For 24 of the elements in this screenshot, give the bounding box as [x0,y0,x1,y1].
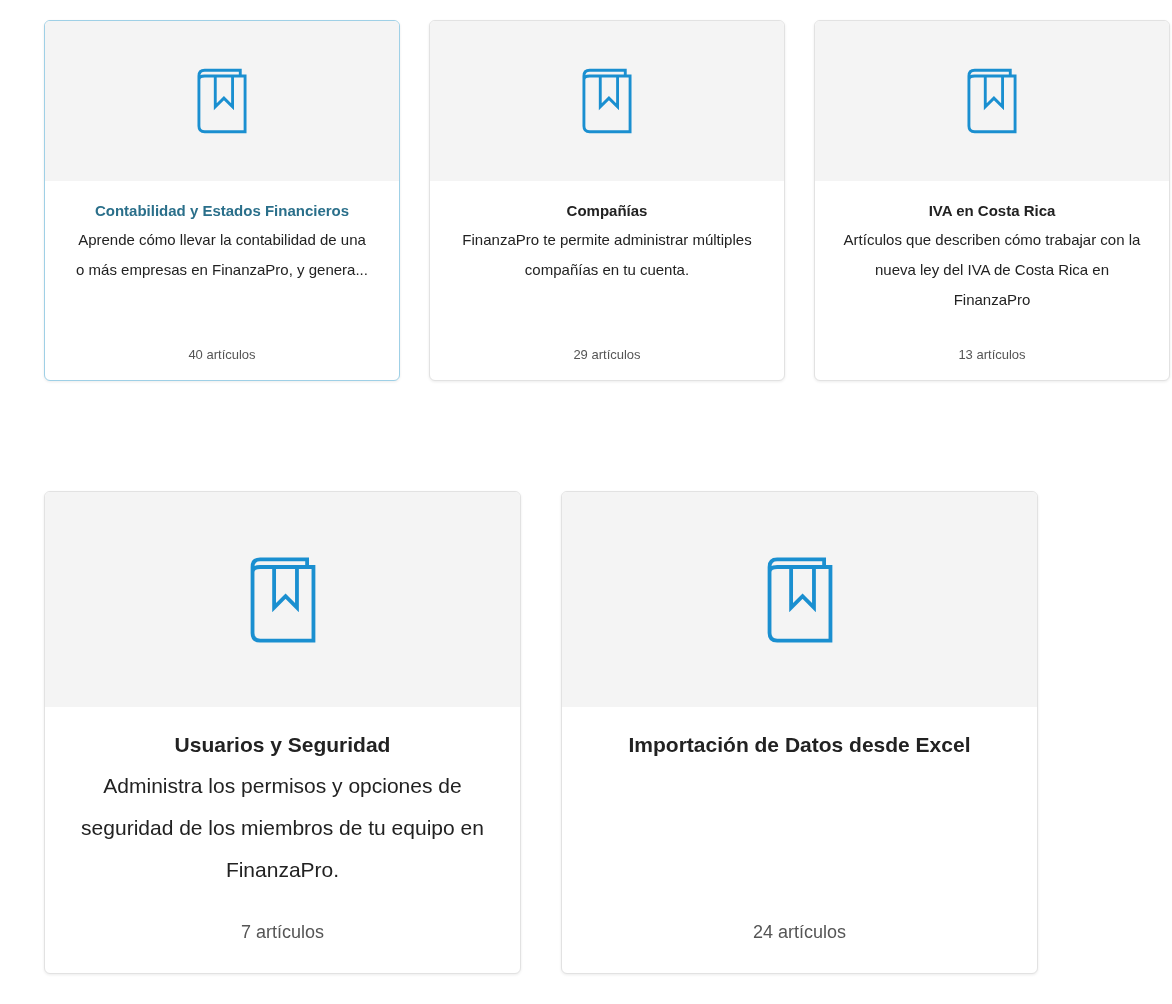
book-icon [967,68,1017,134]
card-title: IVA en Costa Rica [928,201,1056,221]
book-icon [766,554,833,645]
category-card[interactable]: Importación de Datos desde Excel 24 artículos [561,491,1038,974]
card-description: Artículos que describen cómo trabajar con la nueva ley del IVA de Costa Rica en FinanzaPro [843,230,1141,310]
card-description: FinanzaPro te permite administrar múltiples compañías en tu cuenta. [461,230,753,280]
card-title: Contabilidad y Estados Financieros [94,201,350,221]
article-count: 29 artículos [573,347,641,362]
book-icon [582,68,632,134]
article-count: 7 artículos [240,922,324,943]
article-count: 13 artículos [958,347,1026,362]
category-card[interactable]: IVA en Costa Rica Artículos que describen cómo trabajar con la nueva ley del IVA de Costa Rica en FinanzaPro 13 artículos [814,20,1170,381]
category-card[interactable]: Contabilidad y Estados Financieros Aprende cómo llevar la contabilidad de una o más empresas en FinanzaPro, y genera... 40 artículos [44,20,400,381]
card-description: Administra los permisos y opciones de seguridad de los miembros de tu equipo en FinanzaPro. [80,773,485,883]
book-icon [249,554,316,645]
card-description: Aprende cómo llevar la contabilidad de una o más empresas en FinanzaPro, y genera... [75,230,369,280]
category-card[interactable]: Compañías FinanzaPro te permite administrar múltiples compañías en tu cuenta. 29 artículos [429,20,785,381]
article-count: 24 artículos [752,922,847,943]
card-title: Importación de Datos desde Excel [628,732,971,758]
card-title: Usuarios y Seguridad [174,732,391,758]
article-count: 40 artículos [188,347,256,362]
book-icon [197,68,247,134]
card-title: Compañías [566,201,648,221]
category-card[interactable]: Usuarios y Seguridad Administra los permisos y opciones de seguridad de los miembros de tu equipo en FinanzaPro. 7 artículos [44,491,521,974]
